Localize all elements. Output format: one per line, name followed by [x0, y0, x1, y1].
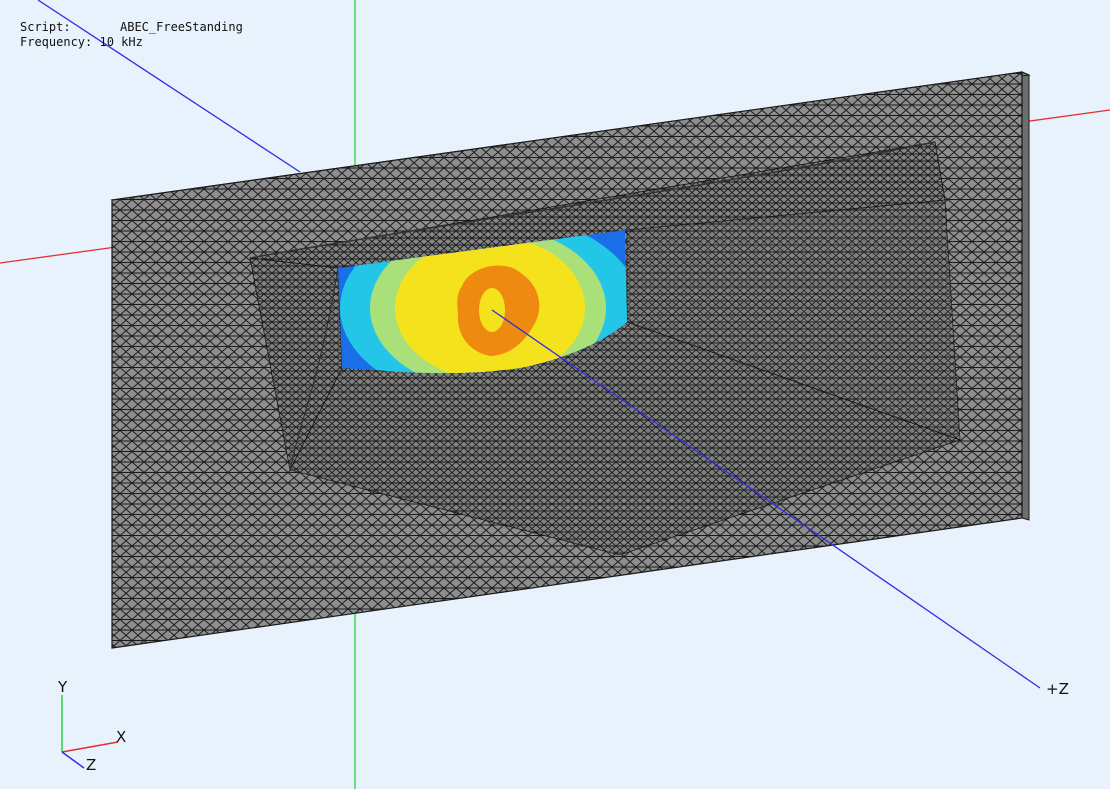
- triad-z-label: Z: [86, 756, 96, 774]
- horn-mesh: [110, 71, 1031, 649]
- script-label: Script:: [20, 20, 71, 34]
- orientation-triad: Y X Z: [57, 678, 126, 774]
- frequency-value: 10 kHz: [99, 35, 143, 49]
- frequency-label: Frequency:: [20, 35, 93, 49]
- triad-x-label: X: [116, 728, 126, 746]
- info-overlay: Script: ABEC_FreeStanding Frequency: 10 k…: [20, 20, 243, 50]
- 3d-viewport[interactable]: +Z Y X Z: [0, 0, 1110, 789]
- triad-y-label: Y: [57, 678, 68, 696]
- script-value: ABEC_FreeStanding: [120, 20, 243, 34]
- z-axis-label: +Z: [1046, 680, 1069, 698]
